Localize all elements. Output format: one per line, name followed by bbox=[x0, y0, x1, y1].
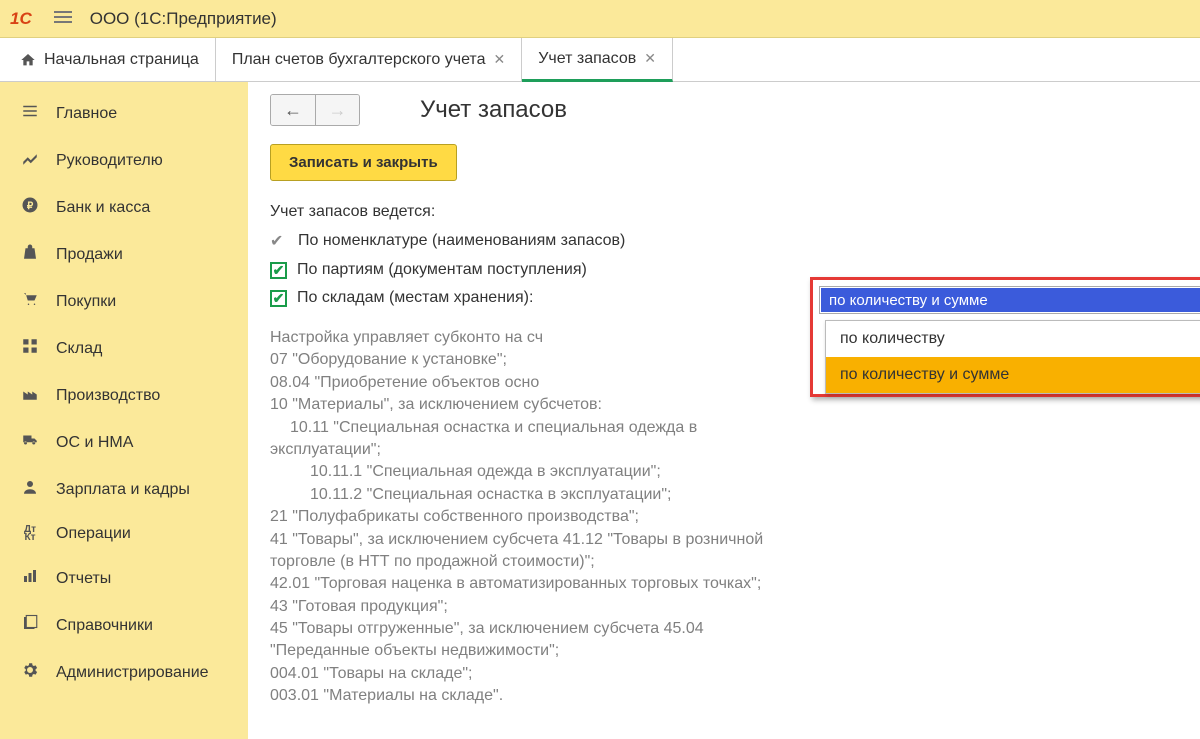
svg-text:₽: ₽ bbox=[27, 201, 34, 212]
sidebar-item-label: Отчеты bbox=[56, 570, 111, 588]
tab-label: План счетов бухгалтерского учета bbox=[232, 51, 486, 69]
bag-icon bbox=[20, 243, 40, 266]
sidebar-item-main[interactable]: Главное bbox=[0, 90, 248, 137]
sidebar-item-rukovoditelu[interactable]: Руководителю bbox=[0, 137, 248, 184]
tab-plan-schetov[interactable]: План счетов бухгалтерского учета ✕ bbox=[216, 38, 522, 81]
content-area: ← → Учет запасов Записать и закрыть Учет… bbox=[248, 82, 1200, 739]
nav-buttons: ← → bbox=[270, 94, 360, 126]
tab-label: Учет запасов bbox=[538, 50, 636, 68]
select-value: по количеству и сумме bbox=[821, 288, 1200, 312]
option-partii: По партиям (документам поступления) bbox=[297, 261, 587, 279]
sidebar-item-bank[interactable]: ₽ Банк и касса bbox=[0, 184, 248, 231]
sidebar-item-label: Администрирование bbox=[56, 664, 209, 682]
nav-back-button[interactable]: ← bbox=[271, 95, 315, 125]
cart-icon bbox=[20, 290, 40, 313]
list-icon bbox=[20, 102, 40, 125]
tab-home-label: Начальная страница bbox=[44, 51, 199, 69]
sidebar-item-reports[interactable]: Отчеты bbox=[0, 555, 248, 602]
sidebar-item-operations[interactable]: ДтКт Операции bbox=[0, 513, 248, 555]
home-icon bbox=[20, 52, 36, 68]
sidebar-item-pokupki[interactable]: Покупки bbox=[0, 278, 248, 325]
gear-icon bbox=[20, 661, 40, 684]
sidebar-item-spravochniki[interactable]: Справочники bbox=[0, 602, 248, 649]
info-text: Настройка управляет субконто на сч 07 "О… bbox=[270, 327, 890, 708]
sidebar-item-label: Производство bbox=[56, 387, 160, 405]
sidebar-item-label: Операции bbox=[56, 525, 131, 543]
sidebar-item-label: ОС и НМА bbox=[56, 434, 133, 452]
sidebar-item-label: Продажи bbox=[56, 246, 123, 264]
form-label: Учет запасов ведется: bbox=[270, 203, 1178, 221]
tab-bar: Начальная страница План счетов бухгалтер… bbox=[0, 38, 1200, 82]
option-nomenclature: По номенклатуре (наименованиям запасов) bbox=[298, 232, 625, 250]
factory-icon bbox=[20, 384, 40, 407]
dropdown-option-qty-sum[interactable]: по количеству и сумме bbox=[826, 357, 1200, 393]
sidebar-item-label: Зарплата и кадры bbox=[56, 481, 190, 499]
sidebar-item-label: Справочники bbox=[56, 617, 153, 635]
dropdown-list: по количеству по количеству и сумме bbox=[825, 320, 1200, 394]
checkbox-skladam[interactable]: ✔ bbox=[270, 290, 287, 307]
dropdown-highlight: по количеству и сумме ▼ ↖ по количеству … bbox=[810, 277, 1200, 397]
sidebar-item-label: Склад bbox=[56, 340, 102, 358]
close-icon[interactable]: ✕ bbox=[644, 50, 656, 67]
tab-uchet-zapasov[interactable]: Учет запасов ✕ bbox=[522, 38, 673, 82]
page-title: Учет запасов bbox=[420, 96, 567, 124]
sidebar-item-admin[interactable]: Администрирование bbox=[0, 649, 248, 696]
sidebar-item-zarplata[interactable]: Зарплата и кадры bbox=[0, 466, 248, 513]
checkmark-icon: ✔ bbox=[270, 231, 288, 251]
bars-icon bbox=[20, 567, 40, 590]
books-icon bbox=[20, 614, 40, 637]
checkbox-partii[interactable]: ✔ bbox=[270, 262, 287, 279]
tab-home[interactable]: Начальная страница bbox=[0, 38, 216, 81]
sidebar-item-label: Руководителю bbox=[56, 152, 163, 170]
grid-icon bbox=[20, 337, 40, 360]
titlebar: 1C ООО (1С:Предприятие) bbox=[0, 0, 1200, 38]
sidebar-item-label: Покупки bbox=[56, 293, 116, 311]
dropdown-option-qty[interactable]: по количеству bbox=[826, 321, 1200, 357]
menu-burger[interactable] bbox=[50, 4, 76, 33]
sidebar-item-label: Банк и касса bbox=[56, 199, 150, 217]
logo-1c: 1C bbox=[10, 9, 32, 29]
truck-icon bbox=[20, 431, 40, 454]
app-title: ООО (1С:Предприятие) bbox=[90, 9, 277, 29]
sidebar-item-os-nma[interactable]: ОС и НМА bbox=[0, 419, 248, 466]
person-icon bbox=[20, 478, 40, 501]
sidebar: Главное Руководителю ₽ Банк и касса Прод… bbox=[0, 82, 248, 739]
warehouse-select[interactable]: по количеству и сумме ▼ ↖ bbox=[819, 286, 1200, 314]
save-and-close-button[interactable]: Записать и закрыть bbox=[270, 144, 457, 181]
close-icon[interactable]: ✕ bbox=[493, 51, 505, 68]
ruble-icon: ₽ bbox=[20, 196, 40, 219]
nav-forward-button[interactable]: → bbox=[315, 95, 359, 125]
sidebar-item-sklad[interactable]: Склад bbox=[0, 325, 248, 372]
sidebar-item-prodazhi[interactable]: Продажи bbox=[0, 231, 248, 278]
sidebar-item-label: Главное bbox=[56, 105, 117, 123]
sidebar-item-proizvodstvo[interactable]: Производство bbox=[0, 372, 248, 419]
option-skladam: По складам (местам хранения): bbox=[297, 289, 533, 307]
dtk-icon: ДтКт bbox=[20, 526, 40, 542]
chart-icon bbox=[20, 149, 40, 172]
